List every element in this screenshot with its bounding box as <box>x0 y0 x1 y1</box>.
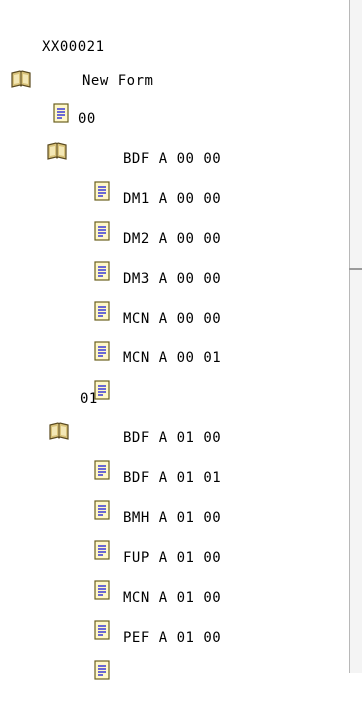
tree-node-item[interactable]: MCN A 00 00 <box>91 305 222 361</box>
splitter-grip[interactable] <box>349 268 362 270</box>
tree-node-item[interactable]: BMH A 01 00 <box>91 504 222 560</box>
pane-splitter[interactable] <box>349 0 362 673</box>
document-icon <box>91 427 113 480</box>
open-book-icon <box>48 388 70 440</box>
tree-node-label: DM1 A 00 00 <box>123 191 222 207</box>
tree-node-label: XX00021 <box>42 39 105 55</box>
tree-node-folder-00[interactable]: 00 <box>46 105 96 160</box>
tree-node-label: New Form <box>82 73 154 89</box>
tree-node-label: BDF A 01 00 <box>123 430 222 446</box>
document-icon <box>91 347 113 400</box>
tree-node-label: PEF A 01 00 <box>123 630 222 646</box>
tree-node-label: BMH A 01 00 <box>123 510 222 526</box>
tree-node-label: MCN A 00 01 <box>123 350 222 366</box>
document-icon <box>91 627 113 680</box>
document-icon <box>91 587 113 640</box>
tree-node-label: DM2 A 00 00 <box>123 231 222 247</box>
splitter-divider <box>349 0 350 673</box>
tree-node-item[interactable]: New Form <box>50 67 154 123</box>
tree-node-item[interactable]: DM2 A 00 00 <box>91 225 222 281</box>
tree-node-label: 00 <box>78 111 96 127</box>
tree-node-label: FUP A 01 00 <box>123 550 222 566</box>
document-icon <box>91 547 113 600</box>
document-icon <box>91 308 113 361</box>
tree-node-label: 01 <box>80 391 98 407</box>
open-book-icon <box>46 108 68 160</box>
document-icon <box>50 70 72 123</box>
open-book-icon <box>10 36 32 88</box>
tree-node-item[interactable]: MCN A 01 00 <box>91 584 222 640</box>
document-icon <box>91 467 113 520</box>
tree-node-item[interactable]: BDF A 00 00 <box>91 145 222 201</box>
tree-node-item[interactable]: FUP A 01 00 <box>91 544 222 600</box>
tree-node-item[interactable]: DM3 A 00 00 <box>91 265 222 321</box>
tree-node-label: MCN A 00 00 <box>123 311 222 327</box>
tree-node-label: BDF A 00 00 <box>123 151 222 167</box>
tree-node-item[interactable]: MCN A 00 01 <box>91 344 222 400</box>
tree-node-folder-01[interactable]: 01 <box>48 385 98 440</box>
document-icon <box>91 148 113 201</box>
form-tree: XX00021 New Form 00 BDF A 00 00 DM1 A 00… <box>0 0 345 680</box>
tree-node-item[interactable]: BDF A 01 00 <box>91 424 222 480</box>
document-icon <box>91 507 113 560</box>
document-icon <box>91 268 113 321</box>
tree-node-item[interactable]: PEF A 01 00 <box>91 624 222 680</box>
tree-node-item[interactable]: BDF A 01 01 <box>91 464 222 520</box>
tree-node-label: MCN A 01 00 <box>123 590 222 606</box>
document-icon <box>91 228 113 281</box>
tree-node-label: DM3 A 00 00 <box>123 271 222 287</box>
tree-node-root[interactable]: XX00021 <box>10 33 105 88</box>
tree-node-label: BDF A 01 01 <box>123 470 222 486</box>
document-icon <box>91 188 113 241</box>
tree-node-item[interactable]: DM1 A 00 00 <box>91 185 222 241</box>
